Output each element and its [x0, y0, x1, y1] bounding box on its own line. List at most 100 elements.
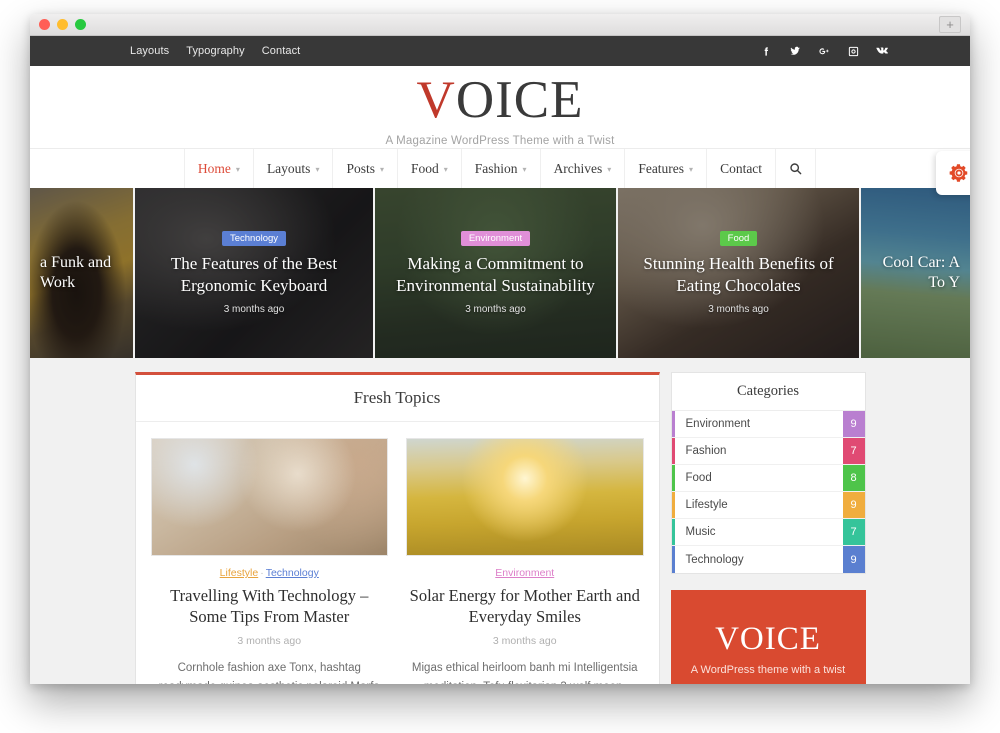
post-title[interactable]: Travelling With Technology – Some Tips F…: [151, 585, 389, 627]
close-window-button[interactable]: [39, 19, 50, 30]
maximize-window-button[interactable]: [75, 19, 86, 30]
secondary-nav-contact[interactable]: Contact: [262, 45, 301, 57]
hero-slide[interactable]: Cool Car: A To Y: [861, 188, 970, 358]
chevron-down-icon: ▾: [607, 165, 612, 174]
category-count-badge: 7: [842, 438, 865, 464]
hero-slide-date: 3 months ago: [708, 304, 769, 316]
promo-banner[interactable]: VOICE A WordPress theme with a twist: [670, 590, 866, 684]
hero-slide-date: 3 months ago: [465, 304, 526, 316]
hero-carousel[interactable]: a Funk and Work Technology The Features …: [30, 188, 970, 358]
promo-subtitle: A WordPress theme with a twist: [690, 664, 846, 676]
category-count-badge: 7: [842, 519, 865, 545]
category-count-badge: 9: [842, 546, 865, 573]
post-excerpt: Migas ethical heirloom banh mi Intellige…: [411, 662, 638, 684]
category-count-badge: 8: [842, 465, 865, 491]
category-separator: ·: [260, 567, 264, 579]
hero-category-tag[interactable]: Environment: [460, 230, 531, 246]
nav-label: Food: [411, 160, 439, 176]
post-category-link[interactable]: Lifestyle: [220, 567, 259, 579]
main-column: Fresh Topics Lifestyle · Technology Travel…: [134, 372, 660, 684]
vk-icon[interactable]: [876, 46, 888, 56]
hero-category-tag[interactable]: Food: [719, 230, 758, 246]
post-category-link[interactable]: Environment: [495, 567, 554, 579]
nav-label: Fashion: [474, 160, 518, 176]
nav-item-layouts[interactable]: Layouts ▾: [254, 149, 334, 188]
chevron-down-icon: ▾: [379, 165, 384, 174]
hero-slide[interactable]: Technology The Features of the Best Ergo…: [135, 188, 375, 358]
nav-label: Home: [197, 160, 231, 176]
categories-list: Environment 9 Fashion 7 Food 8 Lifestyle…: [671, 411, 865, 573]
category-label: Technology: [685, 553, 744, 566]
primary-navigation: Home ▾ Layouts ▾ Posts ▾ Food ▾ Fashion ▾ Arc…: [30, 148, 970, 195]
secondary-nav: Layouts Typography Contact: [130, 45, 300, 57]
google-plus-icon[interactable]: [818, 46, 830, 57]
nav-item-home[interactable]: Home ▾: [183, 149, 254, 188]
secondary-nav-layouts[interactable]: Layouts: [130, 45, 169, 57]
category-label: Food: [685, 472, 712, 484]
post-categories: Lifestyle · Technology: [151, 567, 389, 579]
post-thumbnail[interactable]: [406, 438, 644, 556]
hero-slide-date: 3 months ago: [223, 304, 285, 316]
chevron-down-icon: ▾: [522, 165, 527, 174]
minimize-window-button[interactable]: [57, 19, 68, 30]
nav-item-food[interactable]: Food ▾: [398, 149, 462, 188]
nav-item-posts[interactable]: Posts ▾: [333, 149, 398, 188]
chevron-down-icon: ▾: [315, 165, 320, 174]
list-item[interactable]: Lifestyle 9: [671, 492, 865, 519]
gear-icon: [949, 164, 968, 182]
hero-slide-title: Cool Car: A To Y: [882, 253, 960, 291]
nav-item-features[interactable]: Features ▾: [625, 149, 708, 188]
hero-slide-title: Making a Commitment to Environmental Sus…: [396, 253, 595, 295]
secondary-nav-typography[interactable]: Typography: [186, 45, 244, 57]
list-item[interactable]: Fashion 7: [671, 438, 865, 465]
hero-slide[interactable]: a Funk and Work: [30, 188, 135, 358]
nav-label: Features: [638, 160, 685, 176]
list-item[interactable]: Music 7: [671, 519, 865, 546]
chevron-down-icon: ▾: [235, 165, 240, 174]
list-item[interactable]: Environment 9: [671, 411, 865, 438]
instagram-icon[interactable]: [847, 46, 859, 57]
list-item[interactable]: Technology 9: [671, 546, 865, 573]
post-thumbnail[interactable]: [150, 438, 388, 556]
site-branding: VOICE A Magazine WordPress Theme with a …: [30, 66, 970, 148]
nav-item-fashion[interactable]: Fashion ▾: [462, 149, 541, 188]
site-logo[interactable]: VOICE: [417, 73, 584, 127]
page-viewport: Layouts Typography Contact VOICE A Magaz…: [30, 36, 970, 684]
hero-slide-title: The Features of the Best Ergonomic Keybo…: [170, 253, 338, 295]
chevron-down-icon: ▾: [443, 165, 448, 174]
hero-slide-title: a Funk and Work: [40, 253, 112, 291]
category-label: Lifestyle: [685, 499, 728, 511]
nav-item-archives[interactable]: Archives ▾: [541, 149, 626, 188]
post-categories: Environment: [406, 567, 644, 579]
list-item[interactable]: Food 8: [671, 465, 865, 492]
page-title: Fresh Topics: [353, 388, 441, 407]
post-date: 3 months ago: [492, 635, 557, 648]
new-tab-button[interactable]: +: [939, 16, 961, 33]
hero-slide[interactable]: Food Stunning Health Benefits of Eating …: [618, 188, 861, 358]
categories-widget: Categories Environment 9 Fashion 7 Food …: [670, 372, 866, 574]
category-count-badge: 9: [842, 492, 865, 518]
social-links: [760, 46, 888, 57]
category-label: Music: [685, 526, 716, 538]
post-card[interactable]: Environment Solar Energy for Mother Eart…: [406, 438, 644, 684]
twitter-icon[interactable]: [789, 46, 801, 57]
hero-slide-title: Stunning Health Benefits of Eating Choco…: [643, 253, 834, 295]
category-label: Environment: [685, 418, 751, 430]
facebook-icon[interactable]: [760, 46, 772, 57]
post-card-list: Lifestyle · Technology Travelling With Tec…: [136, 422, 659, 684]
hero-category-tag[interactable]: Technology: [221, 230, 287, 246]
post-excerpt: Cornhole fashion axe Tonx, hashtag ready…: [159, 662, 380, 684]
search-icon[interactable]: [776, 149, 817, 188]
nav-label: Archives: [553, 160, 603, 176]
widget-title: Categories: [736, 383, 799, 399]
post-category-link[interactable]: Technology: [266, 567, 319, 579]
category-label: Fashion: [685, 445, 727, 457]
fresh-topics-header: Fresh Topics: [135, 375, 659, 422]
theme-settings-button[interactable]: [936, 151, 970, 195]
hero-slide[interactable]: Environment Making a Commitment to Envir…: [375, 188, 618, 358]
nav-item-contact[interactable]: Contact: [707, 149, 777, 188]
nav-label: Layouts: [266, 160, 311, 176]
category-count-badge: 9: [842, 411, 865, 437]
post-title[interactable]: Solar Energy for Mother Earth and Everyd…: [406, 585, 644, 627]
post-card[interactable]: Lifestyle · Technology Travelling With Tec…: [150, 438, 389, 684]
